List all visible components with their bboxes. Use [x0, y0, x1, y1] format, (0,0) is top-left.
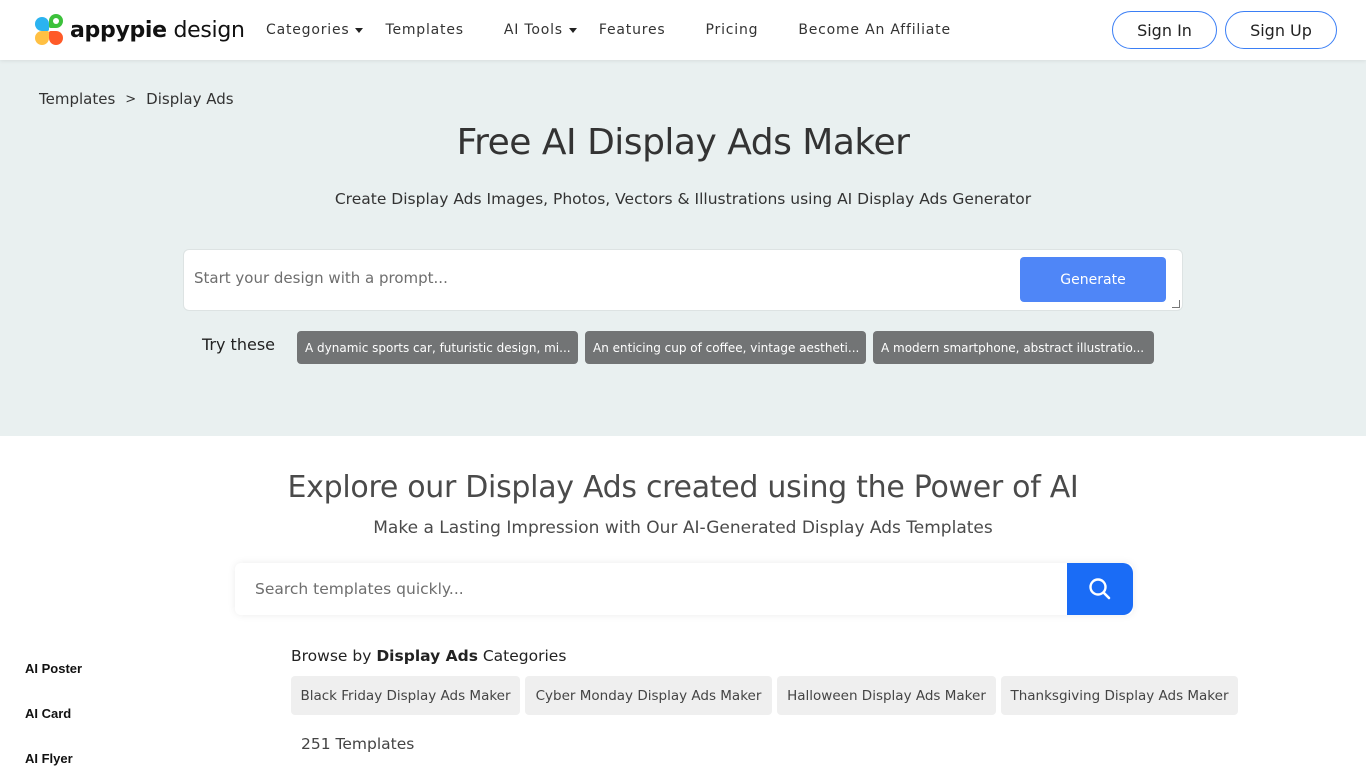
sign-up-button[interactable]: Sign Up	[1225, 11, 1337, 49]
logo-text: appypie design	[70, 17, 245, 43]
nav-label: AI Tools	[503, 22, 563, 38]
breadcrumb: Templates > Display Ads	[39, 90, 234, 108]
hero-section: Templates > Display Ads Free AI Display …	[0, 60, 1366, 436]
browse-prefix: Browse by	[291, 647, 377, 665]
nav-label: Categories	[266, 22, 350, 38]
category-halloween[interactable]: Halloween Display Ads Maker	[777, 676, 996, 715]
nav-label: Features	[598, 22, 666, 38]
sidebar-item-ai-card[interactable]: AI Card	[25, 706, 71, 721]
prompt-input[interactable]	[194, 258, 1014, 298]
nav-label: Pricing	[705, 22, 759, 38]
browse-suffix: Categories	[477, 647, 567, 665]
template-count: 251 Templates	[301, 735, 415, 753]
page-title: Free AI Display Ads Maker	[456, 122, 910, 163]
breadcrumb-separator: >	[125, 91, 137, 107]
nav-label: Become An Affiliate	[798, 22, 951, 38]
search-button[interactable]	[1067, 563, 1133, 615]
nav-features[interactable]: Features	[599, 19, 666, 41]
caret-down-icon	[355, 27, 364, 33]
appypie-logo-icon	[34, 14, 66, 46]
sidebar-item-ai-flyer[interactable]: AI Flyer	[25, 751, 73, 766]
browse-categories-heading: Browse by Display Ads Categories	[291, 647, 566, 665]
category-cyber-monday[interactable]: Cyber Monday Display Ads Maker	[525, 676, 772, 715]
search-icon	[1089, 578, 1111, 600]
nav-ai-tools[interactable]: AI Tools	[504, 19, 577, 41]
nav-pricing[interactable]: Pricing	[706, 19, 759, 41]
caret-down-icon	[568, 27, 577, 33]
breadcrumb-templates[interactable]: Templates	[39, 90, 115, 108]
template-search-input[interactable]	[255, 563, 1055, 615]
category-black-friday[interactable]: Black Friday Display Ads Maker	[291, 676, 520, 715]
suggestion-chip[interactable]: An enticing cup of coffee, vintage aesth…	[585, 331, 866, 364]
try-these-label: Try these	[202, 335, 275, 354]
suggestion-chip[interactable]: A modern smartphone, abstract illustrati…	[873, 331, 1154, 364]
sign-in-button[interactable]: Sign In	[1112, 11, 1217, 49]
logo[interactable]: appypie design	[34, 14, 245, 46]
browse-bold: Display Ads	[376, 647, 478, 665]
explore-subtitle: Make a Lasting Impression with Our AI-Ge…	[373, 518, 993, 538]
page-subtitle: Create Display Ads Images, Photos, Vecto…	[334, 190, 1032, 208]
generate-button[interactable]: Generate	[1020, 257, 1166, 302]
main-nav: Categories Templates AI Tools Features P…	[266, 19, 951, 41]
nav-templates[interactable]: Templates	[385, 19, 463, 41]
top-navbar: appypie design Categories Templates AI T…	[0, 0, 1366, 60]
category-thanksgiving[interactable]: Thanksgiving Display Ads Maker	[1001, 676, 1238, 715]
resize-handle-icon[interactable]	[1172, 300, 1180, 308]
suggestion-chip[interactable]: A dynamic sports car, futuristic design,…	[297, 331, 578, 364]
prompt-box: Generate	[183, 249, 1183, 311]
template-search-bar	[235, 563, 1133, 615]
breadcrumb-display-ads[interactable]: Display Ads	[146, 90, 233, 108]
sidebar-item-ai-poster[interactable]: AI Poster	[25, 661, 82, 676]
nav-label: Templates	[385, 22, 464, 38]
nav-categories[interactable]: Categories	[266, 19, 364, 41]
nav-become-affiliate[interactable]: Become An Affiliate	[798, 19, 951, 41]
explore-title: Explore our Display Ads created using th…	[287, 470, 1079, 505]
